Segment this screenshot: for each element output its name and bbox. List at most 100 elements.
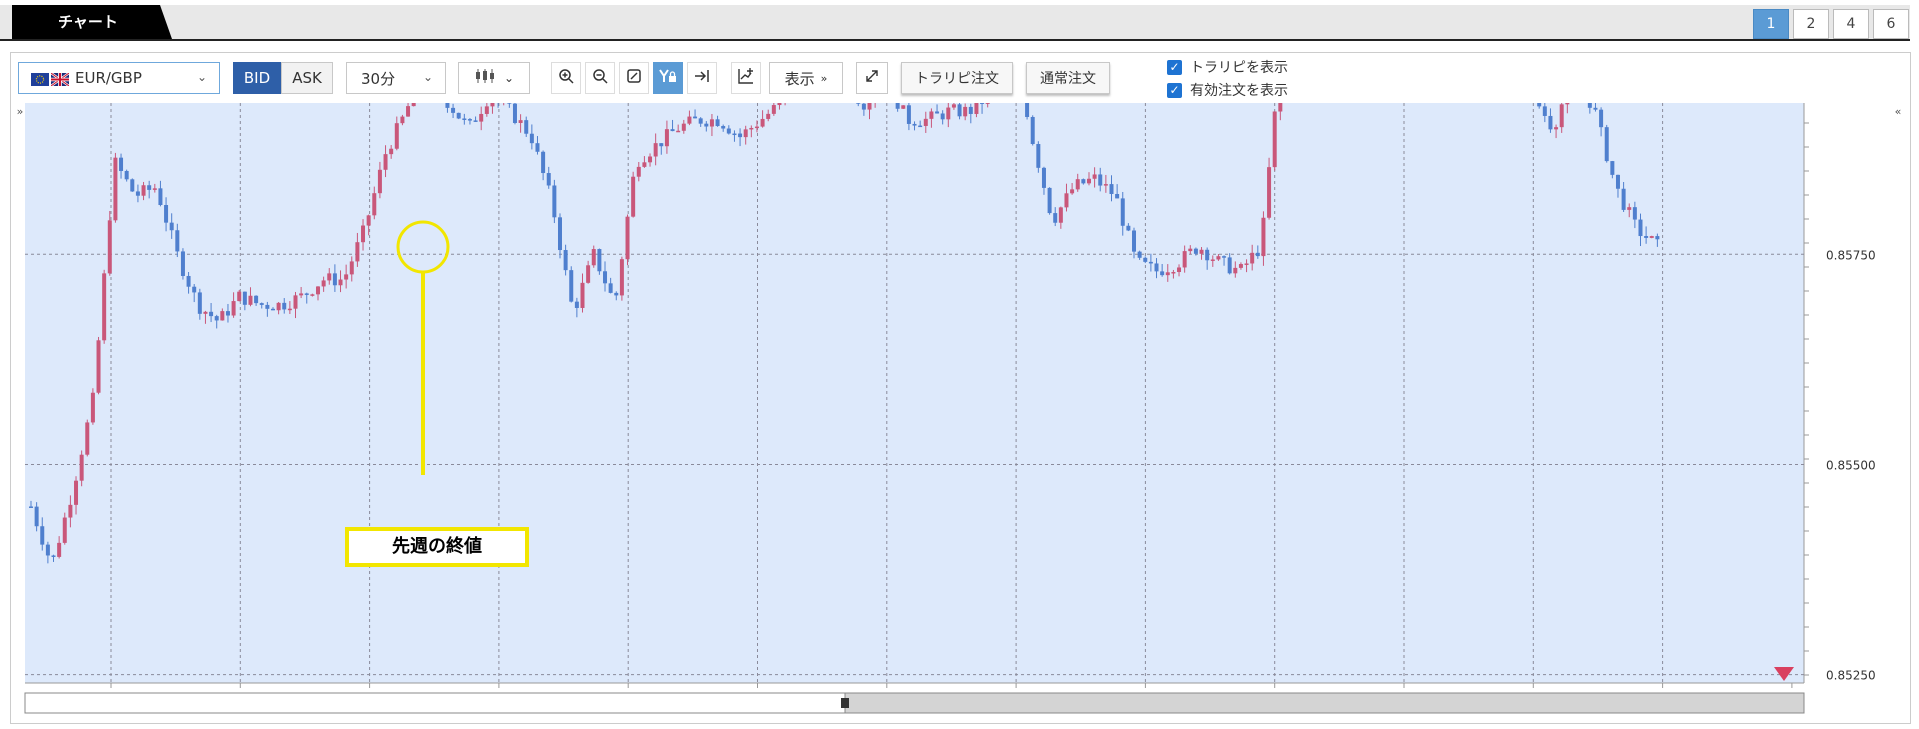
display-menu-button[interactable]: 表示 » (769, 62, 843, 94)
candle-body (867, 101, 872, 110)
candle-body (946, 107, 951, 120)
collapse-right-icon[interactable]: « (1891, 105, 1905, 119)
symbol-select[interactable]: EUR/GBP ⌄ (18, 62, 220, 94)
candle-body (479, 113, 484, 122)
candle-body (732, 133, 737, 136)
zoom-out-icon (592, 68, 608, 88)
chart-type-select[interactable]: ⌄ (458, 62, 530, 94)
expand-button[interactable] (856, 62, 888, 94)
check-icon: ✓ (1167, 82, 1182, 98)
candle-body (653, 143, 658, 157)
candle-body (1188, 248, 1193, 252)
candle-body (608, 283, 613, 293)
candle-body (445, 89, 450, 108)
candle-body (1587, 90, 1592, 108)
candle-body (1621, 188, 1626, 210)
candle-body (1137, 251, 1142, 258)
tab-chart[interactable]: チャート (12, 5, 172, 39)
trailing-order-button[interactable]: トラリピ注文 (901, 62, 1013, 94)
candle-body (490, 99, 495, 107)
candle-body (355, 242, 360, 262)
candle-body (1627, 207, 1632, 210)
candle-body (580, 282, 585, 308)
show-orders-checkbox[interactable]: ✓ 有効注文を表示 (1167, 80, 1288, 100)
show-trailing-checkbox[interactable]: ✓ トラリピを表示 (1167, 57, 1288, 77)
candle-body (940, 113, 945, 120)
candle-body (62, 517, 67, 543)
candle-body (963, 106, 968, 117)
candle-body (451, 107, 456, 113)
show-orders-label: 有効注文を表示 (1190, 83, 1288, 99)
show-trailing-label: トラリピを表示 (1190, 60, 1288, 76)
range-scroll-handle[interactable] (841, 698, 849, 708)
candle-body (901, 105, 906, 109)
candle-body (648, 156, 653, 163)
candle-body (631, 176, 636, 217)
candle-body (895, 84, 900, 109)
candle-body (484, 106, 489, 114)
check-icon: ✓ (1167, 59, 1182, 75)
candle-body (980, 98, 985, 104)
zoom-in-button[interactable] (551, 62, 581, 94)
layout-4-button[interactable]: 4 (1833, 9, 1869, 39)
candle-body (552, 185, 557, 218)
candle-body (614, 292, 619, 296)
candle-body (1244, 263, 1249, 265)
candle-body (1537, 91, 1542, 107)
layout-1-button[interactable]: 1 (1753, 9, 1789, 39)
jump-latest-button[interactable] (687, 62, 717, 94)
y-axis-lock-button[interactable] (653, 62, 683, 94)
candle-body (242, 291, 247, 305)
candle-body (676, 130, 681, 133)
candle-body (507, 100, 512, 104)
candle-body (681, 123, 686, 131)
normal-order-button[interactable]: 通常注文 (1026, 62, 1110, 94)
price-chart[interactable]: 0.860000.857500.855000.8525023:0006/25 1… (11, 0, 1910, 723)
candle-body (180, 251, 185, 276)
arrow-right-bar-icon (694, 68, 710, 88)
candle-body (1250, 252, 1255, 264)
candle-body (130, 179, 135, 192)
candle-body (1182, 251, 1187, 268)
zoom-out-button[interactable] (585, 62, 615, 94)
candle-body (473, 120, 478, 122)
candle-body (603, 271, 608, 284)
candle-body (923, 118, 928, 126)
chart-area[interactable]: 0.860000.857500.855000.8525023:0006/25 1… (11, 0, 1910, 723)
candle-body (1227, 257, 1232, 274)
candle-body (377, 169, 382, 194)
candle-body (929, 111, 934, 119)
chart-panel: EUR/GBP ⌄ BID ASK 30分 ⌄ ⌄ 表示 » トラリピ注文 通常… (10, 0, 1911, 724)
candle-body (760, 118, 765, 127)
candle-body (338, 279, 343, 286)
candle-body (79, 454, 84, 481)
candle-body (344, 274, 349, 280)
candle-body (957, 104, 962, 117)
candle-body (299, 293, 304, 296)
candle-body (1222, 256, 1227, 258)
y-tick-label: 0.85500 (1826, 458, 1876, 472)
add-indicator-button[interactable] (731, 62, 761, 94)
candle-body (1205, 249, 1210, 261)
candle-body (1041, 167, 1046, 188)
layout-2-button[interactable]: 2 (1793, 9, 1829, 39)
candle-body (574, 301, 579, 308)
candle-body (619, 259, 624, 296)
chevron-down-icon: ⌄ (196, 70, 207, 84)
candle-body (698, 118, 703, 124)
layout-6-button[interactable]: 6 (1873, 9, 1909, 39)
range-scroll-window (844, 692, 1805, 714)
ask-button[interactable]: ASK (281, 62, 333, 94)
period-select[interactable]: 30分 ⌄ (346, 62, 446, 94)
bid-button[interactable]: BID (233, 62, 281, 94)
candle-body (1261, 217, 1266, 257)
candle-body (591, 249, 596, 266)
candle-body (1554, 127, 1559, 130)
candle-body (214, 316, 219, 321)
collapse-left-icon[interactable]: » (13, 105, 27, 119)
candle-body (276, 302, 281, 311)
candle-body (1086, 178, 1091, 184)
fit-button[interactable] (619, 62, 649, 94)
candle-body (1115, 194, 1120, 199)
symbol-label: EUR/GBP (75, 69, 142, 87)
